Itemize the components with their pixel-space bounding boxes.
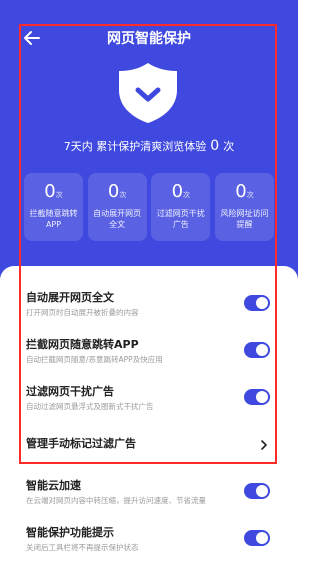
summary-unit: 次 <box>223 140 235 153</box>
cloud-acceleration-toggle[interactable] <box>244 483 270 499</box>
stat-value: 0 <box>107 181 120 202</box>
setting-title: 自动展开网页全文 <box>26 291 114 304</box>
setting-cloud-acceleration[interactable]: 智能云加速 在云端对网页内容中转压缩，提升访问速度、节省流量 <box>26 479 274 506</box>
setting-protection-tips[interactable]: 智能保护功能提示 关闭后工具栏将不再提示保护状态 <box>26 526 274 553</box>
stat-card-filter-ads: 0次 过滤网页干扰广告 <box>151 173 211 241</box>
stat-card-risk-warning: 0次 风险网址访问提醒 <box>214 173 274 241</box>
protection-tips-toggle[interactable] <box>244 530 270 546</box>
stat-card-block-jump: 0次 拦截随意跳转APP <box>24 173 83 241</box>
page-title: 网页智能保护 <box>107 31 191 47</box>
stat-value: 0 <box>171 181 184 202</box>
stat-card-auto-expand: 0次 自动展开网页全文 <box>87 173 147 241</box>
summary-count: 0 <box>210 138 220 154</box>
chevron-right-icon <box>261 440 267 450</box>
stat-label: 自动展开网页全文 <box>93 209 142 229</box>
filter-ads-toggle[interactable] <box>244 389 270 405</box>
stat-unit: 次 <box>183 191 191 199</box>
setting-filter-ads[interactable]: 过滤网页干扰广告 自动过滤网页悬浮式及图新式干扰广告 <box>26 385 274 412</box>
setting-title: 过滤网页干扰广告 <box>26 385 114 398</box>
setting-auto-expand[interactable]: 自动展开网页全文 打开网页时自动展开被折叠的内容 <box>26 291 274 318</box>
setting-subtitle: 自动过滤网页悬浮式及图新式干扰广告 <box>26 402 154 411</box>
setting-subtitle: 关闭后工具栏将不再提示保护状态 <box>26 543 139 552</box>
stat-value: 0 <box>235 181 247 202</box>
setting-subtitle: 自动拦截网页随意/恶意跳转APP及快应用 <box>26 355 163 364</box>
stat-label: 拦截随意跳转APP <box>29 209 78 229</box>
setting-title: 管理手动标记过滤广告 <box>26 437 136 450</box>
setting-title: 智能保护功能提示 <box>26 526 114 539</box>
stat-unit: 次 <box>246 191 254 199</box>
setting-title: 智能云加速 <box>26 479 81 492</box>
stat-label: 风险网址访问提醒 <box>220 209 269 229</box>
setting-title: 拦截网页随意跳转APP <box>26 338 139 351</box>
header: 网页智能保护 <box>0 26 298 50</box>
stat-unit: 次 <box>119 191 127 199</box>
auto-expand-toggle[interactable] <box>244 295 270 311</box>
stat-label: 过滤网页干扰广告 <box>156 209 205 229</box>
summary-text: 7天内 累计保护清爽浏览体验 <box>63 140 207 153</box>
stats-row: 0次 拦截随意跳转APP 0次 自动展开网页全文 0次 过滤网页干扰广告 0次 … <box>24 173 274 241</box>
setting-block-jump[interactable]: 拦截网页随意跳转APP 自动拦截网页随意/恶意跳转APP及快应用 <box>26 338 274 365</box>
block-jump-toggle[interactable] <box>244 342 270 358</box>
setting-subtitle: 打开网页时自动展开被折叠的内容 <box>26 308 139 317</box>
setting-manage-marked-ads[interactable]: 管理手动标记过滤广告 <box>26 437 274 451</box>
stat-value: 0 <box>44 181 56 202</box>
stat-unit: 次 <box>55 191 63 199</box>
protection-summary: 7天内 累计保护清爽浏览体验 0 次 <box>0 138 298 154</box>
setting-subtitle: 在云端对网页内容中转压缩，提升访问速度、节省流量 <box>26 496 206 505</box>
shield-check-icon <box>113 60 183 126</box>
